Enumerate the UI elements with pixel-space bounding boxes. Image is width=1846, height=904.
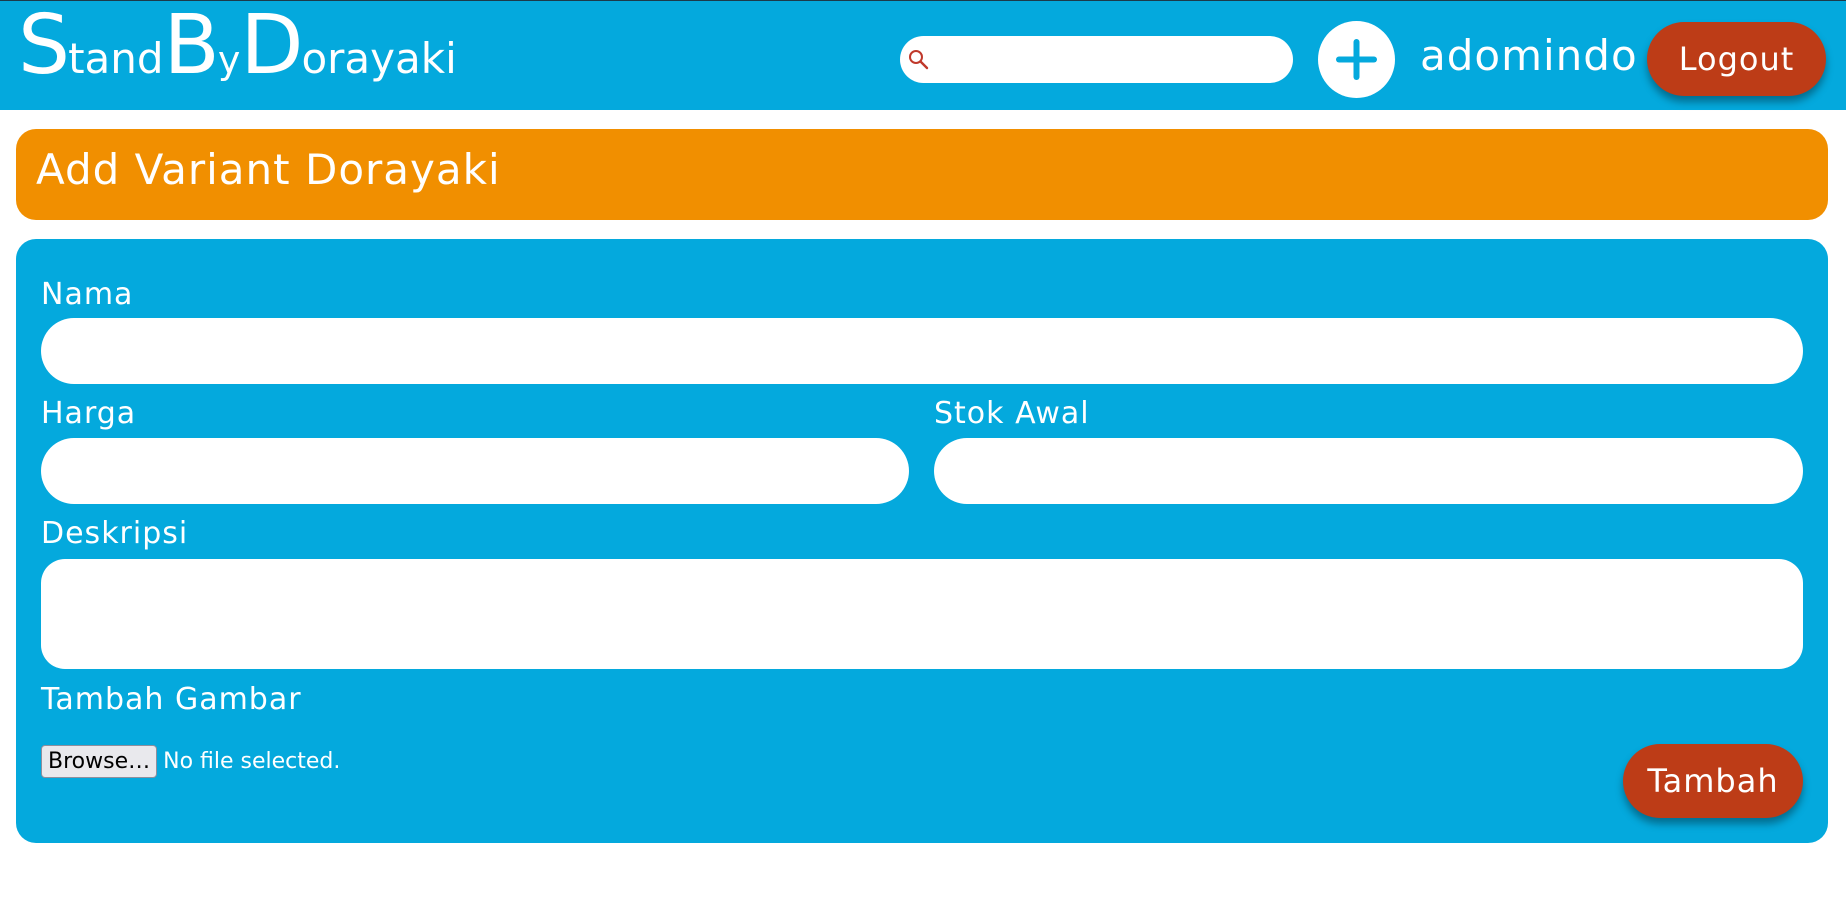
- deskripsi-textarea[interactable]: [41, 559, 1803, 669]
- harga-input[interactable]: [41, 438, 909, 504]
- tambah-button[interactable]: Tambah: [1623, 744, 1803, 818]
- site-logo[interactable]: StandByDorayaki: [18, 5, 457, 87]
- plus-icon: [1336, 39, 1377, 80]
- top-navbar: StandByDorayaki adomindo Logout: [0, 0, 1846, 110]
- file-status: No file selected.: [163, 749, 341, 774]
- search-icon: [909, 50, 929, 70]
- nama-input[interactable]: [41, 318, 1803, 384]
- add-variant-form: Nama Harga Stok Awal Deskripsi Tambah Ga…: [16, 239, 1828, 843]
- deskripsi-label: Deskripsi: [41, 516, 189, 551]
- stok-awal-input[interactable]: [934, 438, 1803, 504]
- harga-label: Harga: [41, 396, 137, 431]
- nama-label: Nama: [41, 277, 134, 312]
- tambah-gambar-label: Tambah Gambar: [41, 682, 302, 717]
- stok-awal-label: Stok Awal: [934, 396, 1090, 431]
- logo-text-tand: tand: [68, 34, 164, 83]
- page-title: Add Variant Dorayaki: [36, 145, 501, 194]
- search-bar: [900, 36, 1293, 83]
- logo-letter-s: S: [18, 0, 70, 93]
- logo-text-orayaki: orayaki: [301, 34, 457, 83]
- logout-button[interactable]: Logout: [1647, 22, 1826, 96]
- add-variant-button[interactable]: [1318, 21, 1395, 98]
- logo-letter-b: B: [163, 0, 220, 93]
- page-title-bar: Add Variant Dorayaki: [16, 129, 1828, 220]
- username-label: adomindo: [1420, 31, 1638, 80]
- file-upload: Browse… No file selected.: [41, 745, 340, 778]
- search-input[interactable]: [936, 42, 1281, 77]
- browse-button[interactable]: Browse…: [41, 745, 158, 778]
- logo-letter-d: D: [240, 0, 303, 93]
- logo-text-y: y: [217, 38, 241, 82]
